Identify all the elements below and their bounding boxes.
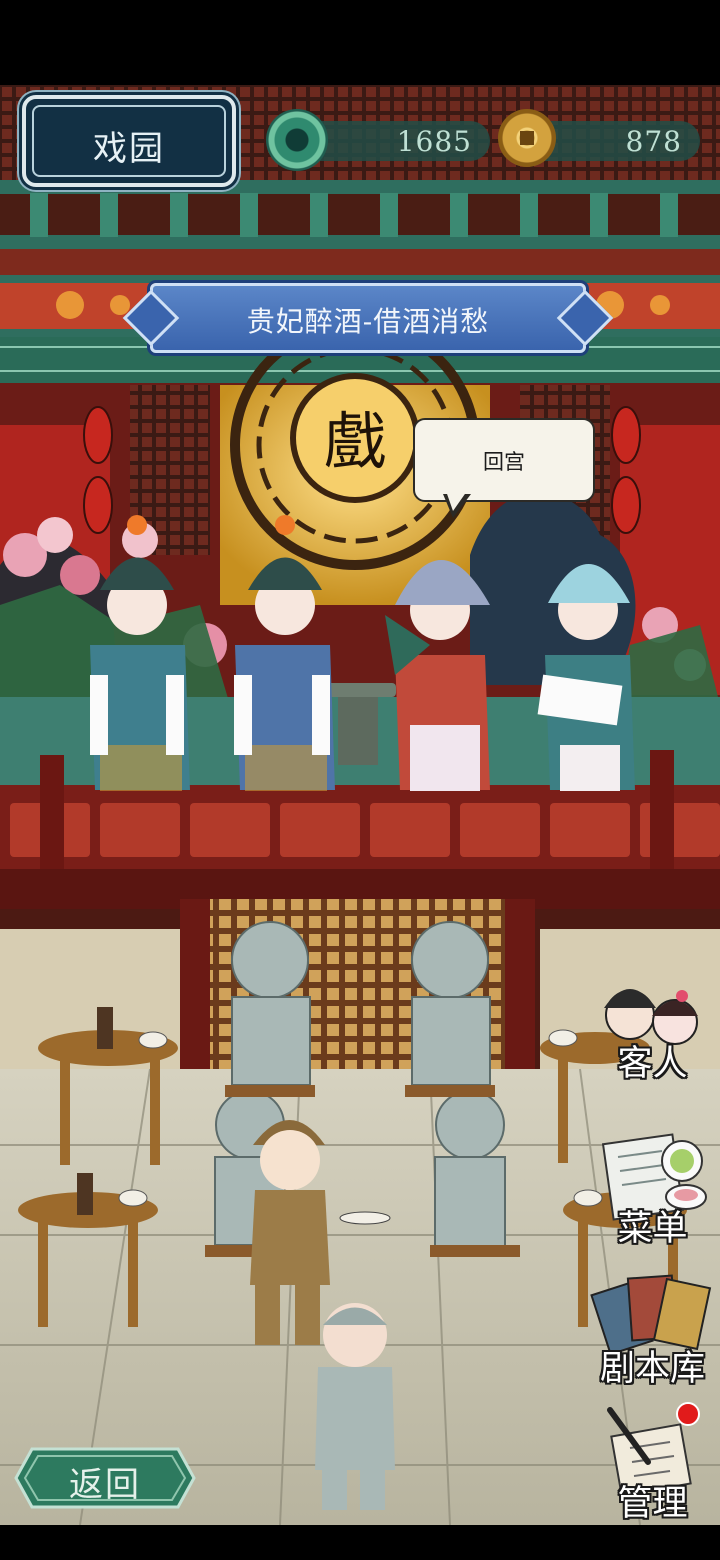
performer-4 (537, 564, 635, 791)
speech-bubble-tail (443, 491, 471, 518)
location-title: 戏园 (93, 129, 165, 169)
performer-3 (385, 560, 490, 791)
script-library-button[interactable]: 剧本库 (590, 1265, 715, 1395)
jade-currency-counter[interactable]: 1685 (266, 109, 490, 171)
stage-sign-char: 戲 (324, 405, 386, 478)
performer-speech-bubble: 回宫 (413, 418, 595, 502)
copper-coin-icon (498, 109, 556, 167)
guests-button[interactable]: 客人 (590, 960, 715, 1090)
coin-currency-counter[interactable]: 878 (498, 109, 700, 167)
coin-amount: 878 (625, 125, 682, 158)
menu-label: 菜单 (617, 1209, 688, 1249)
game-scene: 戲 戏园 1685 878 贵妃醉酒-借酒消愁 回宫 客人 菜单 剧本库 管理 … (0, 85, 720, 1525)
guests-label: 客人 (617, 1044, 688, 1084)
script-library-label: 剧本库 (599, 1349, 705, 1389)
current-play-banner: 贵妃醉酒-借酒消愁 (150, 283, 586, 353)
menu-button[interactable]: 菜单 (590, 1125, 715, 1255)
manage-label: 管理 (617, 1484, 688, 1524)
back-button[interactable]: 返回 (12, 1445, 198, 1511)
speech-bubble-text: 回宫 (483, 450, 525, 474)
back-button-label: 返回 (69, 1465, 141, 1505)
jade-disc-icon (266, 109, 328, 171)
location-title-plaque: 戏园 (22, 95, 236, 187)
jade-amount: 1685 (396, 125, 472, 158)
notification-dot (676, 1402, 700, 1426)
manage-button[interactable]: 管理 (590, 1400, 715, 1525)
current-play-title: 贵妃醉酒-借酒消愁 (246, 305, 490, 338)
